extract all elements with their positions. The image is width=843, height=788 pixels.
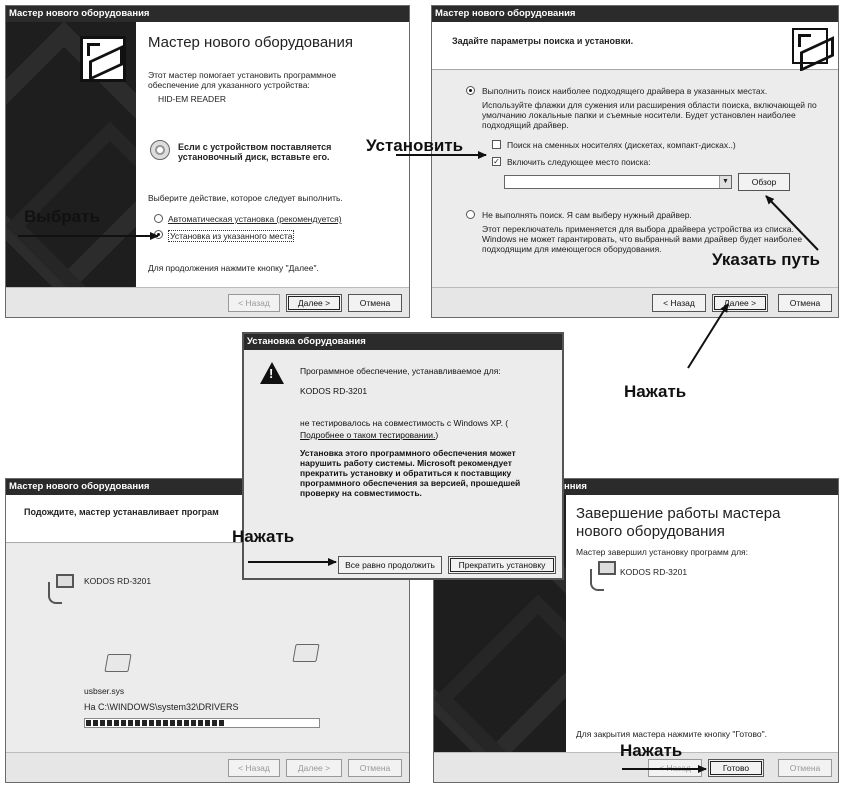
wizard-footer: < Назад Далее > Отмена — [6, 287, 409, 317]
choose-action-label: Выберите действие, которое следует выпол… — [148, 193, 343, 203]
next-button[interactable]: Далее > — [712, 294, 768, 312]
browse-button[interactable]: Обзор — [738, 173, 790, 191]
next-button[interactable]: Далее > — [286, 294, 342, 312]
finish-button[interactable]: Готово — [708, 759, 764, 777]
device-name: KODOS RD-3201 — [84, 576, 152, 586]
search-path-combo[interactable]: ▼ — [504, 175, 732, 189]
device-name: KODOS RD-3201 — [620, 567, 688, 577]
dialog-title: Установка оборудования — [244, 334, 562, 350]
stop-installation-button[interactable]: Прекратить установку — [448, 556, 556, 574]
search-description: Используйте флажки для сужения или расши… — [482, 100, 817, 130]
no-search-radio[interactable] — [466, 210, 475, 219]
manual-install-label[interactable]: Установка из указанного места — [168, 230, 295, 242]
link-close-paren: ) — [435, 430, 439, 440]
removable-media-checkbox[interactable] — [492, 140, 501, 149]
auto-install-label[interactable]: Автоматическая установка (рекомендуется) — [168, 214, 342, 224]
annotation-press-finish: Нажать — [620, 741, 683, 760]
wizard-window-welcome: Мастер нового оборудования Мастер нового… — [5, 5, 410, 318]
wizard-header: Задайте параметры поиска и установки. — [432, 22, 838, 70]
dialog-line1: Программное обеспечение, устанавливаемое… — [300, 366, 501, 376]
auto-install-radio[interactable] — [154, 214, 163, 223]
cd-disc-icon — [150, 140, 170, 160]
page-subtitle: Подождите, мастер устанавливает програм — [24, 507, 219, 517]
wizard-window-search-options: Мастер нового оборудования Задайте парам… — [431, 5, 839, 318]
finish-hint: Для закрытия мастера нажмите кнопку "Гот… — [576, 729, 768, 739]
manual-install-radio[interactable] — [154, 230, 163, 239]
compatibility-info-link[interactable]: Подробнее о таком тестировании.) — [300, 430, 438, 440]
link-text[interactable]: Подробнее о таком тестировании. — [300, 430, 435, 440]
progress-fill — [86, 720, 225, 726]
back-button[interactable]: < Назад — [228, 294, 280, 312]
page-title: Мастер нового оборудования — [148, 34, 353, 51]
page-title: Завершение работы мастера нового оборудо… — [576, 505, 781, 540]
cancel-button[interactable]: Отмена — [778, 294, 832, 312]
continue-anyway-button[interactable]: Все равно продолжить — [338, 556, 442, 574]
annotation-press-next: Нажать — [624, 382, 687, 401]
page-subtitle: Задайте параметры поиска и установки. — [452, 36, 634, 46]
hardware-wizard-icon — [792, 28, 828, 64]
copy-progress-bar — [84, 718, 320, 728]
search-radio[interactable] — [466, 86, 475, 95]
dialog-warning-text: Установка этого программного обеспечения… — [300, 448, 521, 498]
search-option-label[interactable]: Выполнить поиск наиболее подходящего дра… — [482, 86, 767, 96]
include-location-label[interactable]: Включить следующее место поиска: — [507, 157, 651, 167]
warning-icon: ! — [260, 362, 284, 384]
back-button[interactable]: < Назад — [228, 759, 280, 777]
cd-note: Если с устройством поставляется установо… — [178, 142, 332, 162]
back-button[interactable]: < Назад — [648, 759, 702, 777]
no-search-label[interactable]: Не выполнять поиск. Я сам выберу нужный … — [482, 210, 692, 220]
back-button[interactable]: < Назад — [652, 294, 706, 312]
annotation-install: Установить — [366, 136, 464, 155]
wizard-content: Завершение работы мастера нового оборудо… — [566, 495, 838, 752]
annotation-select: Выбрать — [24, 207, 100, 226]
completion-text: Мастер завершил установку программ для: — [576, 547, 748, 557]
wizard-footer: < Назад Далее > Отмена — [432, 287, 838, 317]
cancel-button[interactable]: Отмена — [348, 759, 402, 777]
dialog-line2: не тестировалось на совместимость с Wind… — [300, 418, 509, 428]
include-location-checkbox[interactable]: ✓ — [492, 157, 501, 166]
device-name: HID-EM READER — [158, 94, 227, 104]
wizard-footer: < Назад Далее > Отмена — [6, 752, 409, 782]
dialog-device-name: KODOS RD-3201 — [300, 386, 368, 396]
cancel-button[interactable]: Отмена — [778, 759, 832, 777]
source-folder-icon — [104, 654, 132, 672]
window-title: Мастер нового оборудования — [6, 6, 409, 22]
next-button[interactable]: Далее > — [286, 759, 342, 777]
annotation-specify-path: Указать путь — [712, 250, 820, 269]
file-name: usbser.sys — [84, 686, 125, 696]
cancel-button[interactable]: Отмена — [348, 294, 402, 312]
device-plug-icon — [588, 561, 616, 591]
window-title: Мастер нового оборудования — [432, 6, 838, 22]
intro-text: Этот мастер помогает установить программ… — [148, 70, 337, 90]
chevron-down-icon[interactable]: ▼ — [719, 176, 731, 188]
next-hint: Для продолжения нажмите кнопку "Далее". — [148, 263, 319, 273]
hardware-wizard-icon — [80, 36, 126, 82]
destination-path: На C:\WINDOWS\system32\DRIVERS — [84, 702, 239, 712]
device-plug-icon — [46, 574, 74, 604]
destination-folder-icon — [292, 644, 320, 662]
annotation-press-continue: Нажать — [232, 527, 295, 546]
removable-media-label[interactable]: Поиск на сменных носителях (дискетах, ко… — [507, 140, 736, 150]
